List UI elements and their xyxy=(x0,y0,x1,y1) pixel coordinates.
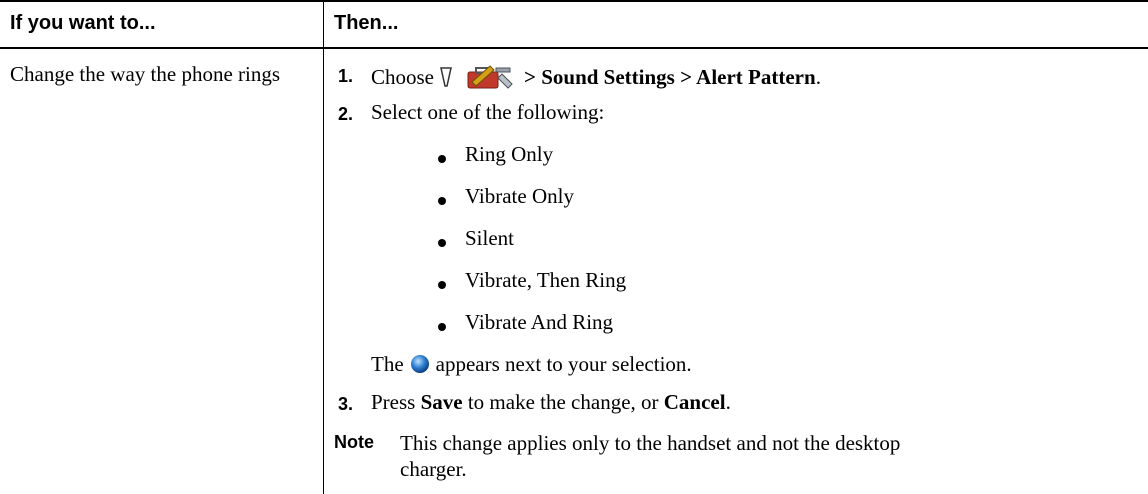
step-3-middle: to make the change, or xyxy=(467,390,659,414)
step-2-text: Select one of the following: xyxy=(371,100,605,124)
list-item-option-4: Vibrate, Then Ring xyxy=(465,268,627,292)
cancel-softkey-label: Cancel xyxy=(663,390,726,414)
procedure-table: If you want to... Then... Change the way… xyxy=(0,0,1148,494)
step-1-number: 1. xyxy=(338,66,354,86)
column-header-steps: Then... xyxy=(334,12,399,34)
step-1-prefix: Choose xyxy=(371,65,434,89)
list-item-option-1: Ring Only xyxy=(465,142,554,166)
selection-note-after: appears next to your selection. xyxy=(435,352,692,376)
note-label: Note xyxy=(334,432,374,452)
table-top-rule xyxy=(0,0,1148,2)
settings-toolbox-icon xyxy=(466,62,516,90)
step-2-number: 2. xyxy=(338,104,354,124)
column-header-action: If you want to... xyxy=(10,12,156,34)
step-1-suffix: . xyxy=(815,65,821,89)
column-separator xyxy=(323,0,324,494)
step-3-end: . xyxy=(725,390,731,414)
note-text: This change applies only to the handset … xyxy=(400,431,901,481)
step-3-press: Press xyxy=(371,390,416,414)
save-softkey-label: Save xyxy=(420,390,463,414)
action-description: Change the way the phone rings xyxy=(10,62,281,86)
blue-ball-icon xyxy=(410,354,430,374)
step-1-menu-path: > Sound Settings > Alert Pattern xyxy=(524,65,816,89)
bullet-icon xyxy=(438,281,446,289)
bullet-icon xyxy=(438,197,446,205)
selection-indicator-note: The appears next to your selection. xyxy=(371,352,692,377)
bullet-icon xyxy=(438,155,446,163)
step-1-text: Choose > Sound Settings > Alert Pattern. xyxy=(371,62,821,90)
bullet-icon xyxy=(438,323,446,331)
bullet-icon xyxy=(438,239,446,247)
selection-note-before: The xyxy=(371,352,404,376)
header-bottom-rule xyxy=(0,47,1148,49)
down-arrow-key-icon xyxy=(440,66,452,88)
step-3-text: Press Save to make the change, or Cancel… xyxy=(371,390,731,415)
list-item-option-3: Silent xyxy=(465,226,515,250)
step-3-number: 3. xyxy=(338,394,354,414)
list-item-option-2: Vibrate Only xyxy=(465,184,574,208)
list-item-option-5: Vibrate And Ring xyxy=(465,310,614,334)
